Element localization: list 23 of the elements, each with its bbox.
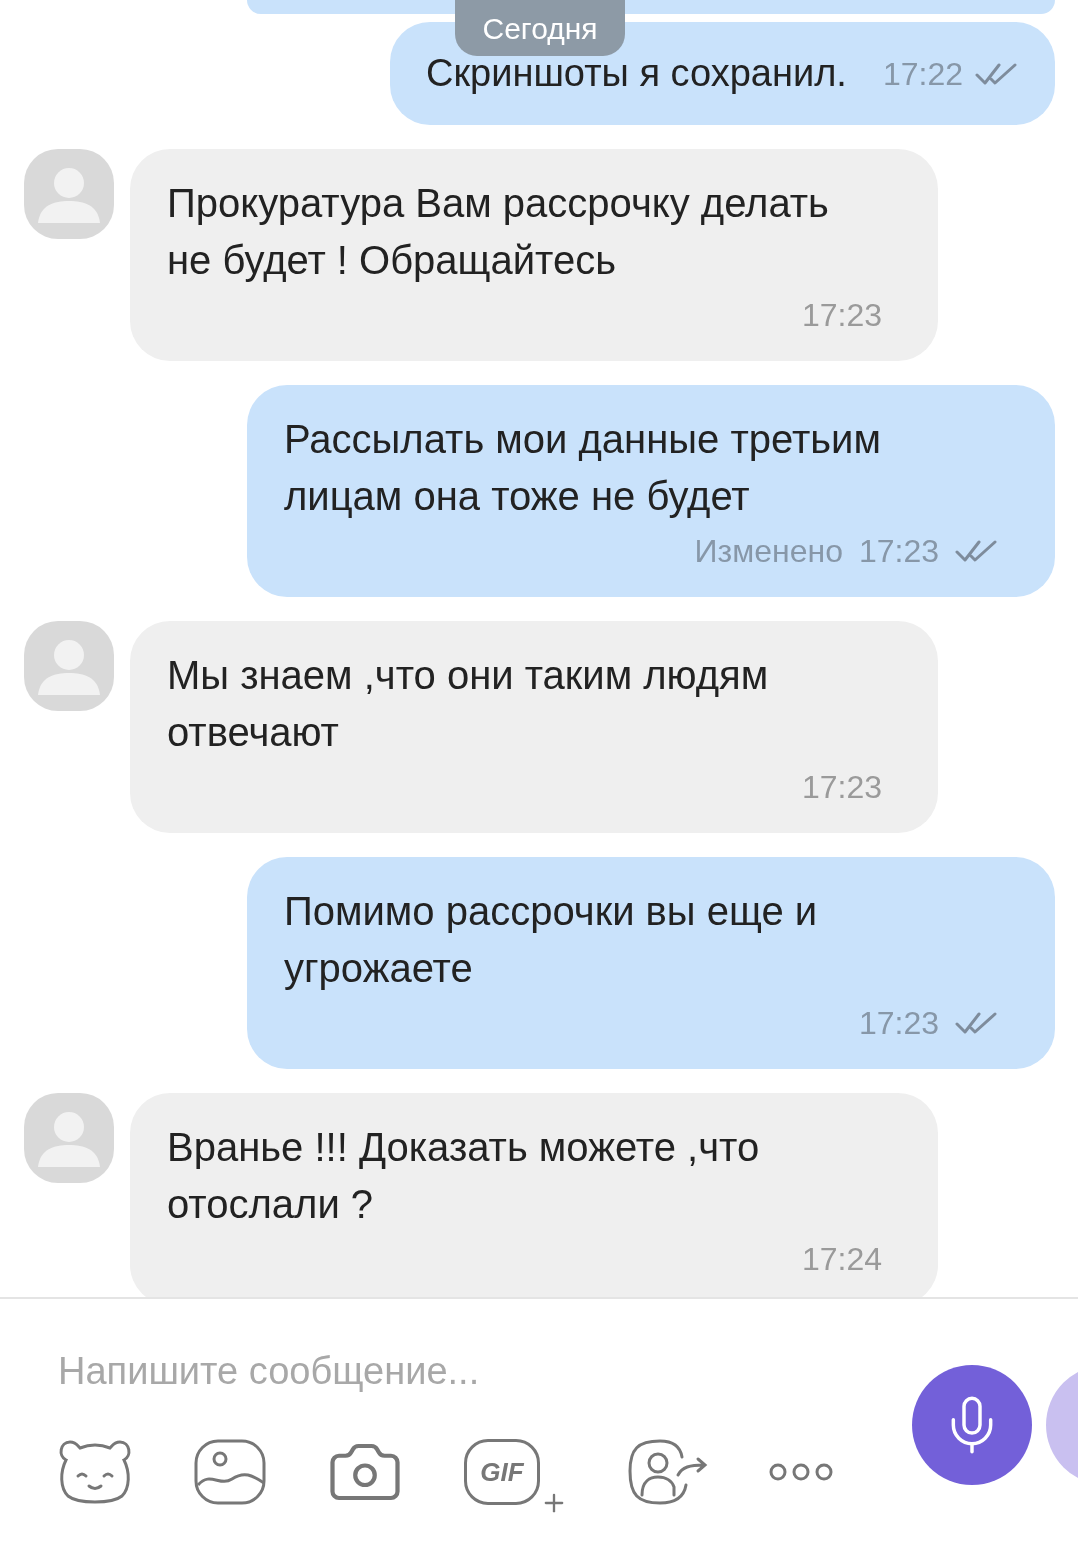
message-text: Помимо рассрочки вы еще и угрожаете	[284, 888, 819, 992]
edited-label: Изменено	[694, 532, 843, 571]
message-bubble[interactable]: Вранье !!! Доказать можете ,что отослали ? 17:24	[130, 1093, 938, 1297]
message-bubble[interactable]: Прокуратура Вам рассрочку делать не будет ! Обращайтесь 17:23	[130, 149, 938, 361]
gif-button[interactable]: GIF	[464, 1439, 540, 1505]
message-bubble[interactable]: Рассылать мои данные третьим лицам она тоже не будет Изменено 17:23	[247, 385, 1055, 597]
message-bubble[interactable]: Помимо рассрочки вы еще и угрожаете 17:23	[247, 857, 1055, 1069]
more-icon[interactable]	[768, 1462, 834, 1482]
message-time: 17:23	[858, 532, 939, 571]
message-time: 17:23	[801, 296, 882, 335]
message-text: Прокуратура Вам рассрочку делать не будет ! Обращайтесь	[167, 180, 830, 284]
message-bubble[interactable]: Мы знаем ,что они таким людям отвечают 17:23	[130, 621, 938, 833]
message-time: 17:22	[882, 54, 963, 94]
message-text: Вранье !!! Доказать можете ,что отослали ?	[167, 1124, 761, 1228]
date-divider-toast: Сегодня	[455, 0, 625, 56]
message-input[interactable]: Напишите сообщение...	[58, 1343, 840, 1400]
message-time: 17:23	[858, 1004, 939, 1043]
message-text: Мы знаем ,что они таким людям отвечают	[167, 652, 770, 756]
message-text: Рассылать мои данные третьим лицам она тоже не будет	[284, 416, 882, 520]
share-contact-icon[interactable]	[628, 1439, 708, 1505]
message-time: 17:24	[801, 1240, 882, 1279]
gallery-icon[interactable]	[194, 1439, 266, 1505]
message-time: 17:23	[801, 768, 882, 807]
